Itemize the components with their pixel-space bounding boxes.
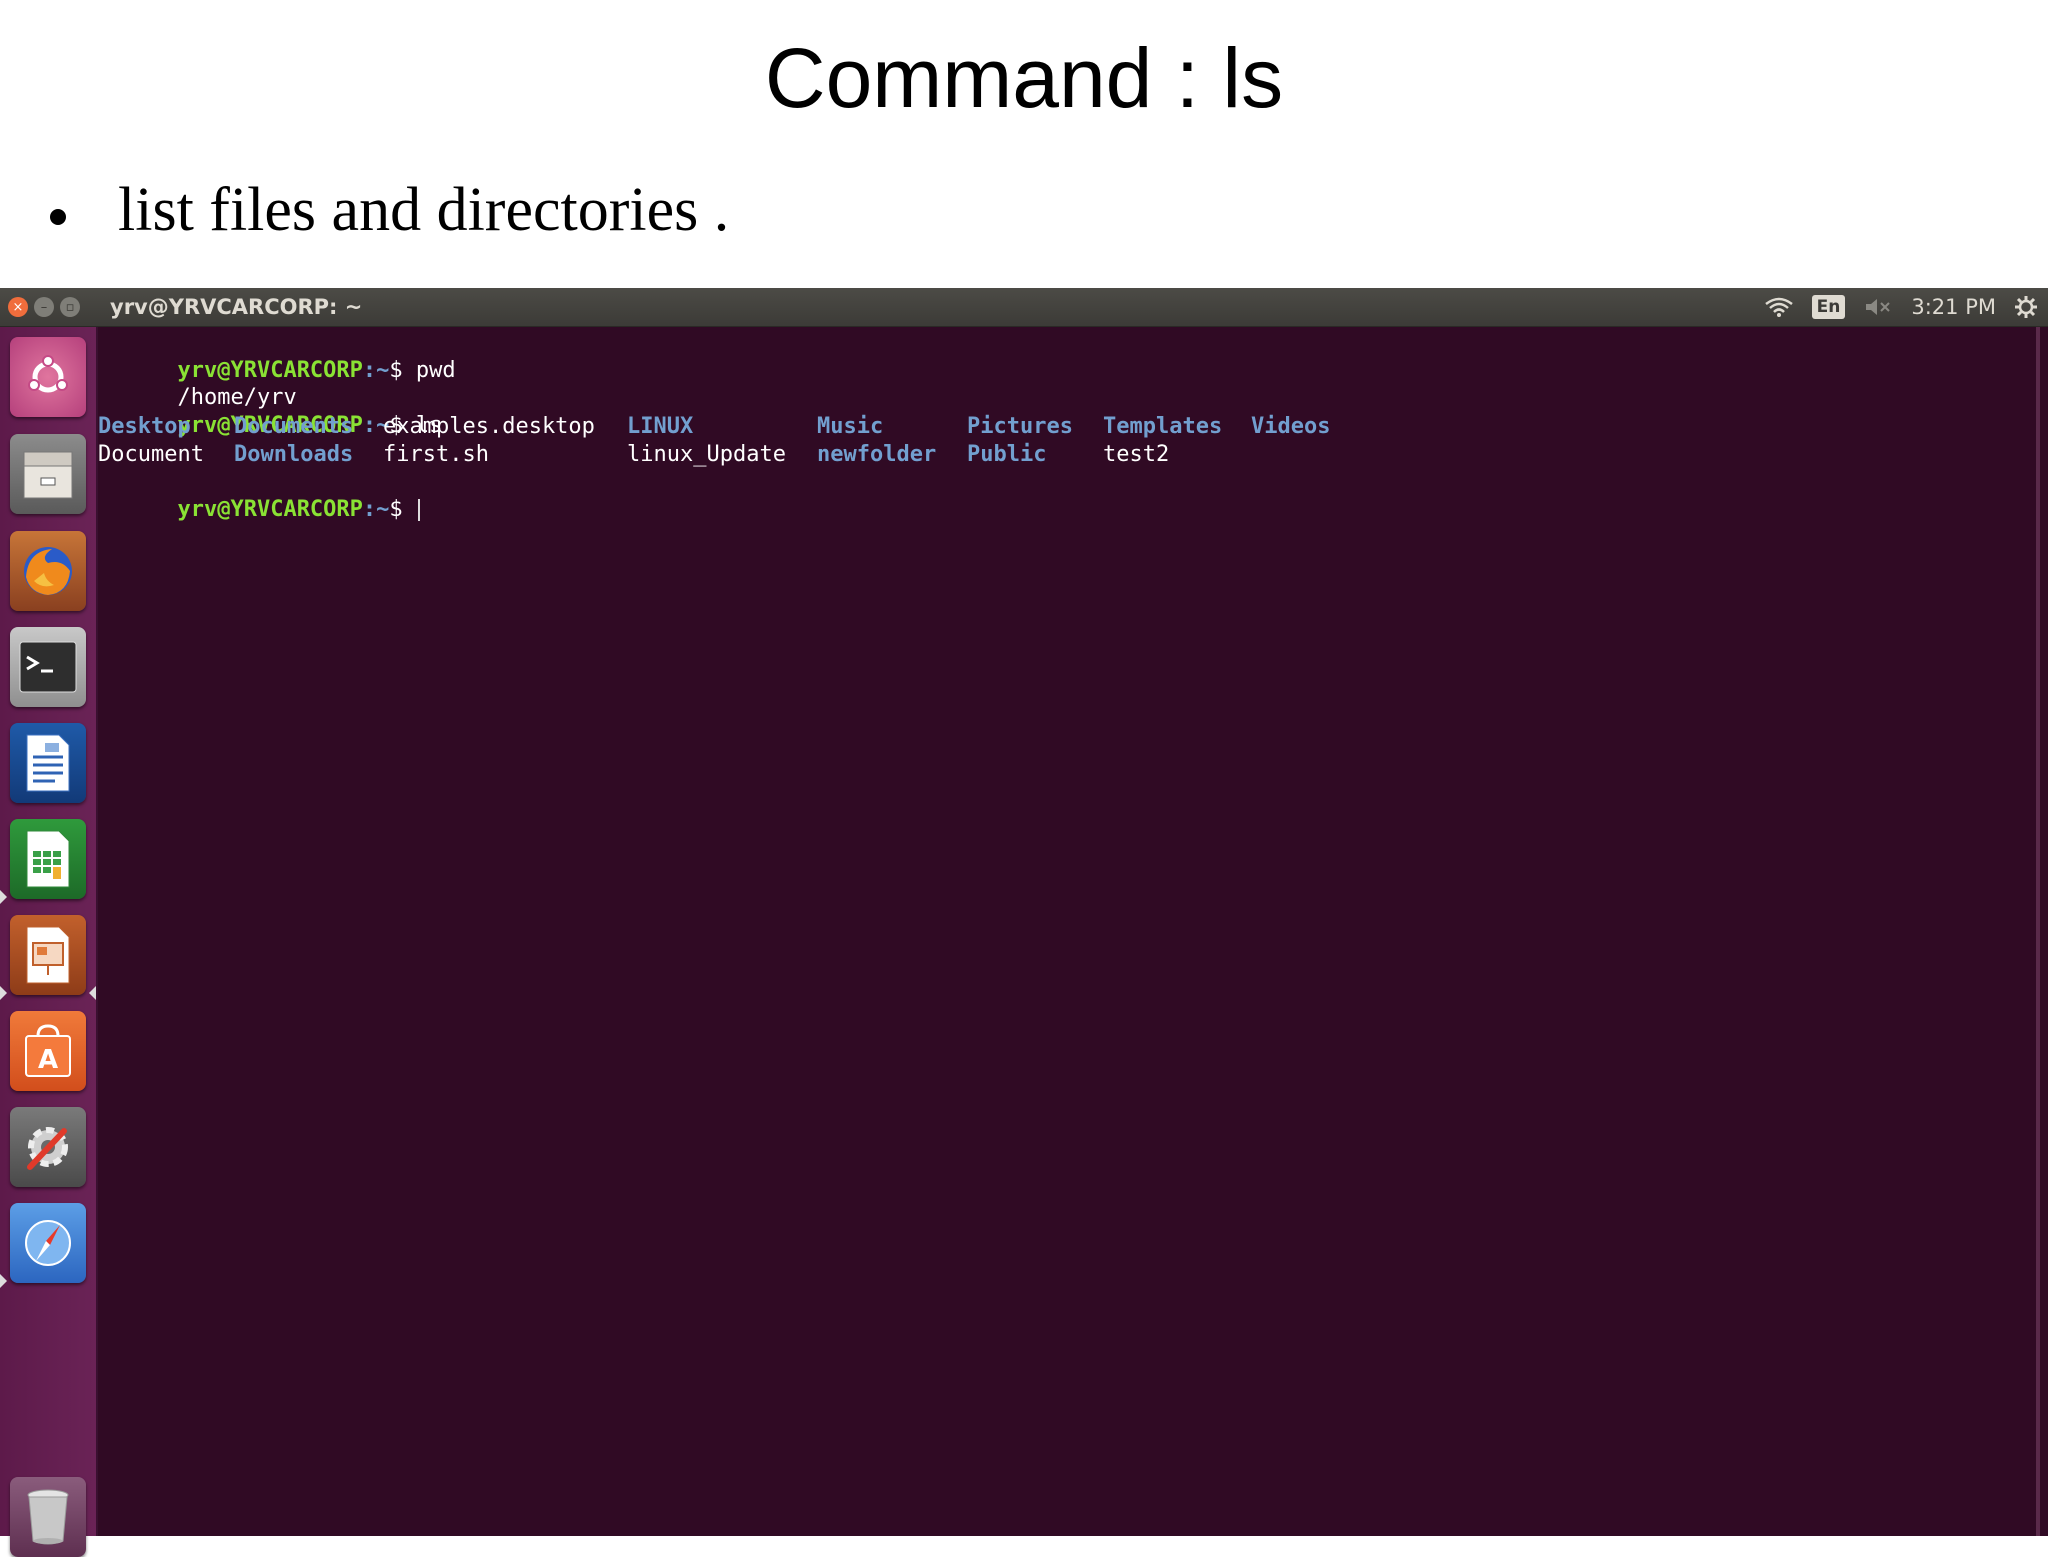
bullet-dot [50,209,66,225]
maximize-button[interactable]: ▫ [60,297,80,317]
prompt-user: yrv@YRVCARCORP [177,497,363,522]
directory-entry: Public [967,442,1047,467]
running-indicator [0,1274,7,1288]
firefox-button[interactable] [10,531,86,611]
system-settings-button[interactable] [10,1107,86,1187]
writer-button[interactable] [10,723,86,803]
maximize-icon: ▫ [65,299,75,315]
directory-entry: Downloads [234,442,354,467]
window-controls: × – ▫ [8,297,86,317]
volume-muted-icon[interactable] [1863,296,1893,318]
file-entry: first.sh [383,442,489,467]
wifi-icon[interactable] [1764,296,1794,318]
terminal-button[interactable] [10,627,86,707]
command-text: pwd [402,358,456,383]
calc-icon [23,829,73,889]
system-tray: En 3:21 PM [1764,288,2038,326]
directory-entry: newfolder [817,442,937,467]
minimize-icon: – [40,299,48,315]
clock[interactable]: 3:21 PM [1911,295,1996,319]
firefox-icon [18,541,78,601]
window-title: yrv@YRVCARCORP: ~ [110,295,363,319]
focused-indicator [89,986,96,1000]
running-indicator [0,890,7,904]
top-panel: × – ▫ yrv@YRVCARCORP: ~ En 3:21 PM [0,288,2048,327]
ls-output-row: Document Downloads first.sh linux_Update… [98,441,1398,468]
directory-entry: Pictures [967,414,1073,439]
files-icon [20,446,76,502]
ubuntu-screen: × – ▫ yrv@YRVCARCORP: ~ En 3:21 PM A yrv… [0,288,2048,1557]
gear-icon[interactable] [2014,295,2038,319]
close-icon: × [12,299,24,315]
directory-entry: LINUX [627,414,694,439]
writer-icon [23,733,73,793]
prompt-path: :~ [362,497,390,522]
directory-entry: Videos [1251,414,1331,439]
compass-icon [20,1215,76,1271]
system-settings-icon [18,1117,78,1177]
file-entry: Document [98,442,204,467]
terminal-line: /home/yrv [98,357,296,410]
terminal-line: yrv@YRVCARCORP:~$ [98,469,420,522]
compass-button[interactable] [10,1203,86,1283]
ls-output-row: Desktop Documents examples.desktop LINUX… [98,413,1398,440]
minimize-button[interactable]: – [34,297,54,317]
directory-entry: Templates [1103,414,1223,439]
directory-entry: Desktop [98,414,191,439]
file-entry: examples.desktop [383,414,595,439]
software-center-icon: A [21,1022,75,1080]
files-button[interactable] [10,434,86,514]
bullet-text: list files and directories . [118,175,730,244]
impress-icon [23,925,73,985]
ubuntu-dash-icon [23,352,73,402]
keyboard-layout-indicator[interactable]: En [1811,295,1846,319]
close-button[interactable]: × [8,297,28,317]
file-entry: linux_Update [627,442,786,467]
impress-button[interactable] [10,915,86,995]
launcher: A [0,327,98,1557]
trash-icon [24,1487,72,1547]
terminal-scrollbar[interactable] [2036,327,2040,1536]
terminal-line: yrv@YRVCARCORP:~$ ls [98,385,442,438]
terminal-icon [19,641,77,693]
ubuntu-dash-button[interactable] [10,337,86,417]
terminal-line: yrv@YRVCARCORP:~$ pwd [98,330,455,383]
text-cursor [417,499,420,521]
terminal-output[interactable]: yrv@YRVCARCORP:~$ pwd /home/yrv yrv@YRVC… [98,327,2040,1536]
prompt-path: :~ [362,358,390,383]
file-entry: test2 [1103,442,1170,467]
bullet-item: list files and directories . [50,170,729,250]
software-center-button[interactable]: A [10,1011,86,1091]
slide-title: Command : ls [764,31,1284,125]
calc-button[interactable] [10,819,86,899]
command-text [403,497,416,522]
directory-entry: Documents [234,414,354,439]
trash-button[interactable] [10,1477,86,1557]
prompt-symbol: $ [389,497,403,522]
prompt-symbol: $ [389,358,403,383]
svg-text:A: A [38,1045,58,1075]
running-indicator [0,986,7,1000]
directory-entry: Music [817,414,884,439]
